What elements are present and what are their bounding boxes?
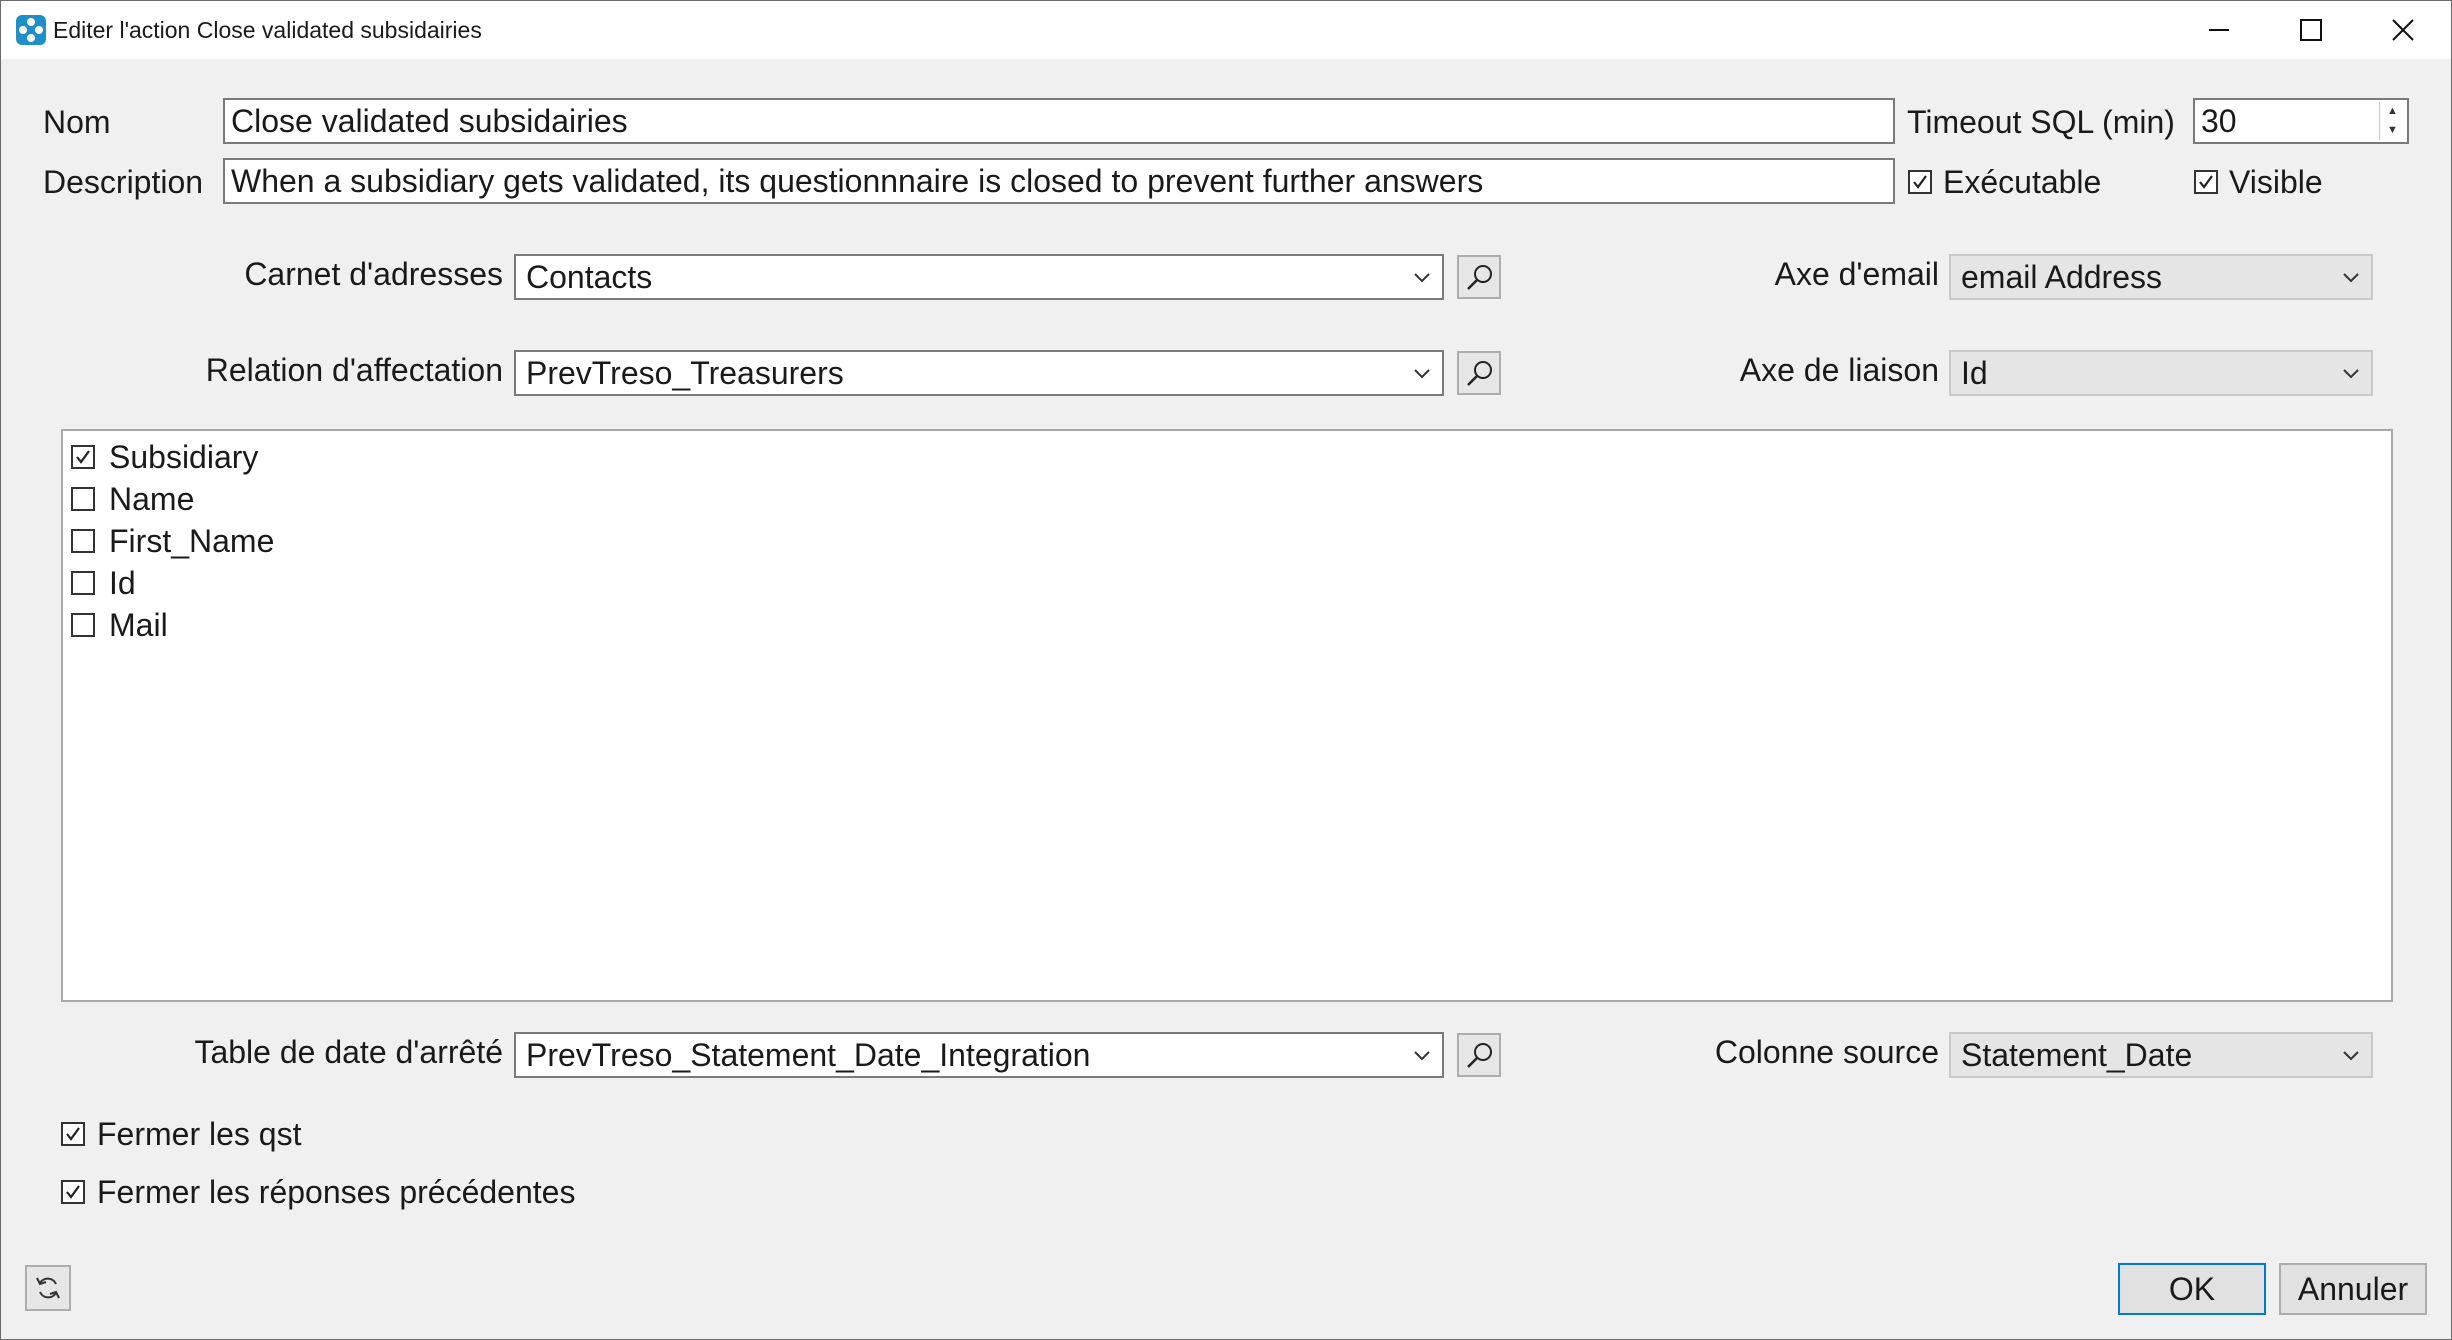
list-item-label: Mail: [109, 607, 168, 643]
axe-email-value: email Address: [1961, 259, 2162, 295]
colonne-source-value: Statement_Date: [1961, 1037, 2193, 1073]
fermer-qst-label: Fermer les qst: [97, 1116, 302, 1152]
carnet-value: Contacts: [526, 259, 653, 295]
carnet-label: Carnet d'adresses: [244, 256, 503, 292]
maximize-icon: [2300, 19, 2322, 41]
timeout-spinner[interactable]: 30 ▲ ▼: [2193, 98, 2409, 144]
check-icon: [2199, 175, 2213, 189]
list-item-label: Name: [109, 481, 195, 517]
chevron-down-icon: [2343, 1051, 2359, 1061]
check-icon: [66, 1127, 80, 1141]
carnet-combobox[interactable]: Contacts: [514, 254, 1444, 300]
list-item-first-name[interactable]: First_Name: [63, 520, 663, 562]
ok-button[interactable]: OK: [2118, 1263, 2266, 1315]
nom-label: Nom: [43, 104, 111, 140]
axe-email-label: Axe d'email: [1774, 256, 1939, 292]
fermer-reponses-checkbox[interactable]: [61, 1180, 85, 1204]
axe-liaison-label: Axe de liaison: [1739, 352, 1939, 388]
refresh-button[interactable]: [25, 1265, 71, 1311]
table-date-label: Table de date d'arrêté: [194, 1034, 503, 1070]
check-icon: [1913, 175, 1927, 189]
chevron-down-icon: [2343, 273, 2359, 283]
fermer-reponses-label: Fermer les réponses précédentes: [97, 1174, 576, 1210]
app-icon: [16, 15, 46, 45]
chevron-down-icon: [1414, 273, 1430, 283]
refresh-icon: [36, 1277, 60, 1299]
axe-liaison-value: Id: [1961, 355, 1988, 391]
dialog-window: Editer l'action Close validated subsidai…: [0, 0, 2452, 1340]
carnet-search-button[interactable]: [1457, 255, 1501, 299]
chevron-down-icon: [2343, 369, 2359, 379]
executable-label: Exécutable: [1943, 164, 2102, 200]
relation-combobox[interactable]: PrevTreso_Treasurers: [514, 350, 1444, 396]
chevron-down-icon: [1414, 1051, 1430, 1061]
table-date-search-button[interactable]: [1457, 1033, 1501, 1077]
list-item-subsidiary[interactable]: Subsidiary: [63, 436, 663, 478]
spin-up-icon[interactable]: ▲: [2379, 102, 2405, 121]
magnifier-icon: [1467, 265, 1492, 290]
executable-checkbox[interactable]: [1908, 170, 1932, 194]
timeout-label: Timeout SQL (min): [1907, 104, 2175, 140]
check-icon: [76, 450, 90, 464]
fermer-qst-checkbox[interactable]: [61, 1122, 85, 1146]
chevron-down-icon: [1414, 369, 1430, 379]
axe-email-combobox[interactable]: email Address: [1949, 254, 2373, 300]
spin-down-icon[interactable]: ▼: [2379, 121, 2405, 140]
relation-search-button[interactable]: [1457, 351, 1501, 395]
visible-label: Visible: [2229, 164, 2323, 200]
colonne-source-label: Colonne source: [1714, 1034, 1939, 1070]
axe-liaison-combobox[interactable]: Id: [1949, 350, 2373, 396]
magnifier-icon: [1467, 1043, 1492, 1068]
colonne-source-combobox[interactable]: Statement_Date: [1949, 1032, 2373, 1078]
check-icon: [66, 1185, 80, 1199]
table-date-value: PrevTreso_Statement_Date_Integration: [526, 1037, 1091, 1073]
description-label: Description: [43, 164, 204, 200]
close-icon: [2392, 19, 2414, 41]
list-item-checkbox[interactable]: [71, 571, 95, 595]
window-title: Editer l'action Close validated subsidai…: [53, 17, 482, 43]
list-item-checkbox[interactable]: [71, 445, 95, 469]
list-item-checkbox[interactable]: [71, 613, 95, 637]
list-item-name[interactable]: Name: [63, 478, 663, 520]
description-input[interactable]: When a subsidiary gets validated, its qu…: [223, 158, 1895, 204]
list-item-mail[interactable]: Mail: [63, 604, 663, 646]
list-item-label: Subsidiary: [109, 439, 259, 475]
title-bar: Editer l'action Close validated subsidai…: [1, 1, 2451, 59]
timeout-value: 30: [2201, 103, 2237, 139]
cancel-button[interactable]: Annuler: [2279, 1263, 2427, 1315]
nom-input[interactable]: Close validated subsidairies: [223, 98, 1895, 144]
minimize-icon: [2209, 29, 2229, 31]
relation-value: PrevTreso_Treasurers: [526, 355, 844, 391]
fields-checklist[interactable]: Subsidiary Name First_Name Id Mail: [61, 429, 2393, 1002]
relation-label: Relation d'affectation: [205, 352, 503, 388]
magnifier-icon: [1467, 361, 1492, 386]
close-button[interactable]: [2357, 1, 2449, 59]
list-item-id[interactable]: Id: [63, 562, 663, 604]
list-item-checkbox[interactable]: [71, 487, 95, 511]
table-date-combobox[interactable]: PrevTreso_Statement_Date_Integration: [514, 1032, 1444, 1078]
list-item-label: First_Name: [109, 523, 275, 559]
minimize-button[interactable]: [2173, 1, 2265, 59]
maximize-button[interactable]: [2265, 1, 2357, 59]
visible-checkbox[interactable]: [2194, 170, 2218, 194]
list-item-label: Id: [109, 565, 136, 601]
list-item-checkbox[interactable]: [71, 529, 95, 553]
